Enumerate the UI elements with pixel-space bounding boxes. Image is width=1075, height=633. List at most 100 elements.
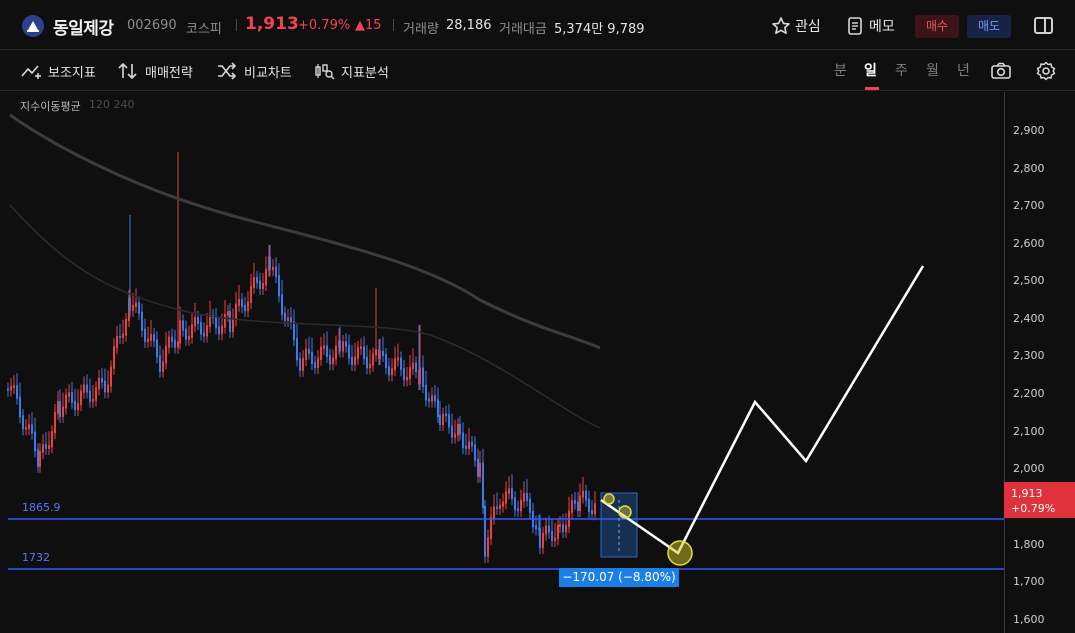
price-chart[interactable]: [0, 92, 1004, 633]
candle-body: [308, 348, 310, 354]
candle-body: [326, 345, 328, 357]
y-tick-label: 2,500: [1013, 274, 1045, 287]
candle-body: [320, 346, 322, 360]
period-year-tab[interactable]: 년: [957, 60, 970, 80]
candle-body: [299, 358, 301, 371]
candle-body: [514, 497, 516, 511]
indicator-tool-button[interactable]: 보조지표: [20, 61, 96, 81]
candlestick-chart[interactable]: [0, 92, 1004, 633]
y-tick-label: 2,700: [1013, 199, 1045, 212]
analysis-tool-button[interactable]: 지표분석: [313, 61, 389, 81]
candle-body: [235, 303, 237, 321]
candle-body: [579, 495, 581, 512]
candle-body: [394, 358, 396, 371]
candle-body: [562, 524, 564, 533]
candle-body: [471, 441, 473, 447]
candle-body: [317, 357, 319, 369]
marker-circle: [667, 540, 693, 566]
candle-body: [165, 345, 167, 364]
candle-body: [71, 392, 73, 403]
candle-body: [542, 532, 544, 549]
candle-body: [409, 367, 411, 379]
candle-body: [59, 401, 61, 417]
candle-body: [182, 320, 184, 331]
candle-body: [284, 312, 286, 321]
candle-body: [10, 386, 12, 391]
candle-body: [591, 510, 593, 515]
memo-label: 메모: [869, 19, 895, 35]
market-name: 코스피: [186, 22, 222, 37]
candle-body: [42, 444, 44, 454]
layout-toggle-icon[interactable]: [1034, 17, 1053, 34]
candle-body: [200, 322, 202, 335]
candle-body: [122, 333, 124, 339]
candle-body: [493, 506, 495, 519]
volume-label: 거래량: [403, 22, 439, 37]
candle-body: [39, 451, 41, 467]
up-down-arrows-icon: [118, 62, 137, 80]
candle-body: [415, 362, 417, 373]
period-day-tab[interactable]: 일: [864, 60, 877, 80]
candle-body: [206, 325, 208, 337]
change-amount: ▲15: [355, 18, 382, 33]
candle-body: [363, 346, 365, 359]
candle-body: [138, 302, 140, 314]
candle-body: [238, 299, 240, 306]
candle-body: [110, 366, 112, 387]
candle-body: [168, 336, 170, 348]
current-price: 1,913: [245, 14, 299, 34]
candle-body: [83, 384, 85, 393]
memo-button[interactable]: 메모: [845, 14, 895, 38]
candle-body: [278, 275, 280, 297]
candle-body: [45, 444, 47, 449]
candle-body: [539, 527, 541, 549]
candle-body: [445, 413, 447, 417]
candle-body: [28, 424, 30, 430]
candle-body: [51, 431, 53, 448]
candle-body: [98, 377, 100, 390]
candle-body: [179, 320, 181, 344]
period-week-tab[interactable]: 주: [895, 60, 908, 80]
watchlist-button[interactable]: 관심: [771, 14, 821, 38]
compare-tool-button[interactable]: 비교차트: [216, 61, 292, 81]
candle-body: [113, 346, 115, 369]
tool-label: 매매전략: [145, 65, 193, 81]
sell-button[interactable]: 매도: [967, 15, 1011, 38]
candle-body: [448, 414, 450, 428]
candle-body: [594, 503, 596, 515]
candle-body: [116, 335, 118, 349]
settings-gear-icon[interactable]: [1036, 61, 1056, 85]
candle-body: [218, 326, 220, 335]
change-percent: +0.79%: [298, 18, 351, 33]
candle-body: [135, 302, 137, 308]
marker-circle: [618, 505, 632, 519]
support-level-label: 1732: [22, 551, 50, 564]
candle-body: [366, 356, 368, 369]
candle-body: [379, 350, 381, 360]
candle-body: [129, 297, 131, 311]
candle-body: [159, 355, 161, 372]
period-month-tab[interactable]: 월: [926, 60, 939, 80]
period-minute-tab[interactable]: 분: [834, 60, 847, 80]
candle-body: [224, 314, 226, 328]
candle-body: [375, 349, 377, 356]
buy-button[interactable]: 매수: [915, 15, 959, 38]
camera-icon[interactable]: [991, 62, 1011, 84]
tool-label: 지표분석: [341, 65, 389, 81]
memo-icon: [848, 17, 862, 35]
candle-body: [360, 346, 362, 349]
candle-body: [77, 403, 79, 410]
candle-body: [153, 334, 155, 342]
candle-body: [520, 499, 522, 512]
candle-body: [474, 444, 476, 461]
tool-label: 보조지표: [48, 65, 96, 81]
candle-body: [554, 537, 556, 542]
candle-body: [357, 346, 359, 359]
strategy-tool-button[interactable]: 매매전략: [117, 61, 193, 81]
price-tag-change: +0.79%: [1011, 502, 1056, 515]
candle-body: [171, 336, 173, 342]
candle-body: [517, 508, 519, 512]
candle-body: [241, 299, 243, 307]
active-period-indicator: [865, 87, 879, 90]
candle-body: [571, 500, 573, 513]
